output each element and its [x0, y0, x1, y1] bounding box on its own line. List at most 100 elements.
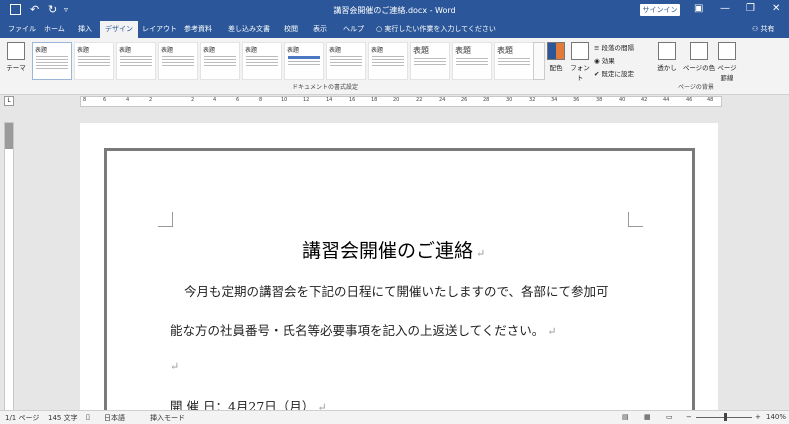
- ruler-number: 8: [83, 97, 87, 103]
- style-set-thumbnail[interactable]: 表題: [284, 42, 324, 80]
- proofing-icon[interactable]: ▯: [86, 413, 90, 421]
- page-color-button[interactable]: ページの色: [682, 42, 716, 72]
- web-layout-icon[interactable]: ▭: [666, 413, 673, 421]
- style-set-thumbnail[interactable]: 表題: [494, 42, 534, 80]
- ruler-number: 26: [461, 97, 468, 103]
- body-paragraph-line-2[interactable]: 能な方の社員番号・氏名等必要事項を記入の上返送してください。 ↵: [170, 320, 556, 339]
- ruler-number: 22: [416, 97, 423, 103]
- language-indicator[interactable]: 日本語: [104, 413, 125, 423]
- insert-mode-indicator[interactable]: 挿入モード: [150, 413, 185, 423]
- tab-selector[interactable]: L: [4, 96, 14, 106]
- ruler-number: 12: [303, 97, 310, 103]
- tab-home[interactable]: ホーム: [44, 24, 65, 34]
- print-layout-icon[interactable]: ▦: [644, 413, 651, 421]
- body-paragraph-line-1[interactable]: 今月も定期の講習会を下記の日程にて開催いたしますので、各部にて参加可: [184, 281, 609, 300]
- ruler-number: 4: [126, 97, 130, 103]
- tab-insert[interactable]: 挿入: [78, 24, 92, 34]
- ruler-number: 10: [281, 97, 288, 103]
- zoom-in-button[interactable]: +: [755, 413, 761, 421]
- document-heading[interactable]: 講習会開催のご連絡 ↵: [302, 236, 485, 263]
- paragraph-mark: ↵: [547, 325, 557, 338]
- maximize-button[interactable]: ❐: [746, 3, 755, 14]
- paragraph-spacing-icon: ≡: [594, 44, 602, 52]
- watermark-button[interactable]: 透かし: [656, 42, 678, 72]
- page-borders-button[interactable]: ページ罫線: [716, 42, 738, 82]
- vertical-ruler-margin: [5, 123, 13, 149]
- check-icon: ✔: [594, 70, 602, 78]
- style-set-thumbnail[interactable]: 表題: [32, 42, 72, 80]
- paragraph-spacing-button[interactable]: ≡ 段落の間隔: [594, 42, 634, 52]
- ribbon-display-options-icon[interactable]: ▣: [694, 3, 703, 14]
- ruler-number: 44: [663, 97, 670, 103]
- tab-help[interactable]: ヘルプ: [343, 24, 364, 34]
- style-set-thumbnail[interactable]: 表題: [326, 42, 366, 80]
- ruler-number: 48: [707, 97, 714, 103]
- zoom-out-button[interactable]: −: [686, 413, 692, 421]
- ruler-number: 20: [393, 97, 400, 103]
- tell-me-input[interactable]: ○ 実行したい作業を入力してください: [376, 24, 496, 34]
- ruler-number: 4: [213, 97, 217, 103]
- colors-icon: [547, 42, 565, 60]
- ruler-number: 6: [103, 97, 107, 103]
- effects-button[interactable]: ◉ 効果: [594, 55, 615, 65]
- set-as-default-button[interactable]: ✔ 既定に設定: [594, 68, 634, 78]
- ruler-number: 34: [551, 97, 558, 103]
- page-color-icon: [690, 42, 708, 60]
- paragraph-mark: ↵: [170, 360, 180, 373]
- page-borders-icon: [718, 42, 736, 60]
- themes-icon: [7, 42, 25, 60]
- ruler-row: L 8 6 4 2 2 4 6 8 10 12 14 16 18 20 22 2…: [0, 95, 789, 107]
- style-set-thumbnail[interactable]: 表題: [74, 42, 114, 80]
- ribbon-tab-bar: ファイル ホーム 挿入 デザイン レイアウト 参考資料 差し込み文書 校閲 表示…: [0, 21, 789, 38]
- ruler-number: 8: [259, 97, 263, 103]
- status-bar: 1/1 ページ 145 文字 ▯ 日本語 挿入モード ▤ ▦ ▭ − + 140…: [0, 410, 789, 424]
- ruler-number: 2: [149, 97, 153, 103]
- page-count[interactable]: 1/1 ページ: [5, 413, 39, 423]
- tab-layout[interactable]: レイアウト: [142, 24, 177, 34]
- ruler-number: 30: [506, 97, 513, 103]
- title-bar: save-icon ↶ ↻ ▿ 講習会開催のご連絡.docx - Word サイ…: [0, 0, 789, 21]
- effects-icon: ◉: [594, 57, 602, 65]
- close-button[interactable]: ✕: [772, 3, 780, 14]
- share-button[interactable]: ⚇ 共有: [752, 24, 775, 34]
- colors-button[interactable]: 配色: [546, 42, 566, 72]
- style-set-thumbnail[interactable]: 表題: [452, 42, 492, 80]
- tab-references[interactable]: 参考資料: [184, 24, 212, 34]
- style-set-thumbnail[interactable]: 表題: [158, 42, 198, 80]
- style-set-thumbnail[interactable]: 表題: [368, 42, 408, 80]
- ruler-number: 38: [596, 97, 603, 103]
- zoom-level[interactable]: 140%: [766, 413, 786, 421]
- tab-design[interactable]: デザイン: [100, 21, 138, 38]
- gallery-scroll-buttons[interactable]: [533, 42, 545, 80]
- empty-paragraph[interactable]: ↵: [170, 358, 179, 373]
- tab-mailings[interactable]: 差し込み文書: [228, 24, 270, 34]
- vertical-ruler[interactable]: [4, 122, 14, 412]
- zoom-slider-thumb[interactable]: [724, 413, 727, 421]
- ruler-number: 14: [326, 97, 333, 103]
- ruler-number: 6: [236, 97, 240, 103]
- minimize-button[interactable]: —: [720, 3, 730, 14]
- margin-marker: [158, 212, 173, 227]
- paragraph-mark: ↵: [476, 247, 486, 260]
- tab-view[interactable]: 表示: [313, 24, 327, 34]
- style-set-thumbnail[interactable]: 表題: [410, 42, 450, 80]
- group-label-page-background: ページの背景: [678, 84, 714, 91]
- tab-review[interactable]: 校閲: [284, 24, 298, 34]
- style-set-thumbnail[interactable]: 表題: [200, 42, 240, 80]
- signin-button[interactable]: サインイン: [640, 4, 680, 16]
- ruler-number: 24: [439, 97, 446, 103]
- ruler-number: 32: [529, 97, 536, 103]
- word-count[interactable]: 145 文字: [48, 413, 78, 423]
- fonts-button[interactable]: フォント: [568, 42, 592, 82]
- themes-button[interactable]: テーマ: [4, 42, 28, 72]
- ruler-number: 16: [349, 97, 356, 103]
- style-set-thumbnail[interactable]: 表題: [242, 42, 282, 80]
- ribbon: テーマ 表題 表題 表題 表題 表題 表題 表題 表題 表題 表題 表題 表題 …: [0, 38, 789, 95]
- ruler-number: 36: [573, 97, 580, 103]
- style-set-thumbnail[interactable]: 表題: [116, 42, 156, 80]
- person-icon: ⚇: [752, 25, 761, 33]
- ruler-number: 46: [686, 97, 693, 103]
- read-mode-icon[interactable]: ▤: [622, 413, 629, 421]
- horizontal-ruler[interactable]: 8 6 4 2 2 4 6 8 10 12 14 16 18 20 22 24 …: [80, 96, 722, 107]
- tab-file[interactable]: ファイル: [8, 24, 36, 34]
